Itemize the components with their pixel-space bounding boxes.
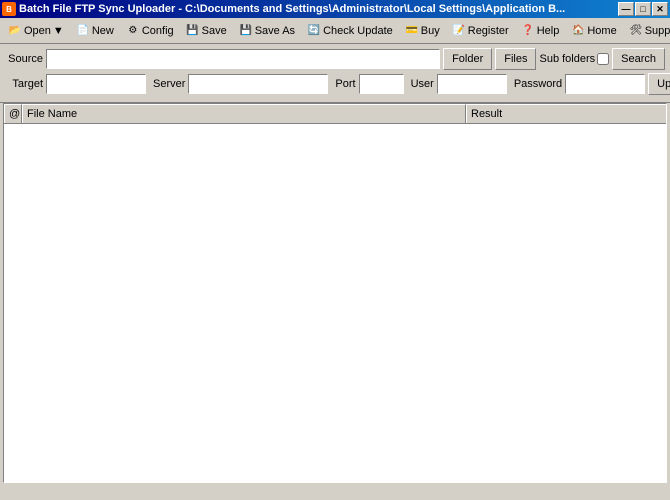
config-button[interactable]: ⚙ Config bbox=[121, 20, 179, 42]
table-header: @ File Name Result bbox=[4, 104, 666, 124]
source-input[interactable] bbox=[46, 49, 440, 69]
title-text: Batch File FTP Sync Uploader - C:\Docume… bbox=[19, 3, 565, 15]
title-bar-left: B Batch File FTP Sync Uploader - C:\Docu… bbox=[2, 2, 565, 16]
close-button[interactable]: ✕ bbox=[652, 2, 668, 16]
save-icon: 💾 bbox=[186, 24, 200, 38]
new-label: New bbox=[92, 25, 114, 37]
support-button[interactable]: 🛠 Support bbox=[624, 20, 670, 42]
col-filename-header: File Name bbox=[22, 104, 466, 123]
user-label: User bbox=[407, 78, 434, 90]
title-bar-buttons: — □ ✕ bbox=[618, 2, 668, 16]
password-label: Password bbox=[510, 78, 562, 90]
search-button[interactable]: Search bbox=[612, 48, 665, 70]
file-table: @ File Name Result bbox=[3, 103, 667, 483]
register-label: Register bbox=[468, 25, 509, 37]
check-update-label: Check Update bbox=[323, 25, 393, 37]
register-button[interactable]: 📝 Register bbox=[447, 20, 514, 42]
sub-folders-label: Sub folders bbox=[539, 53, 595, 65]
files-button[interactable]: Files bbox=[495, 48, 536, 70]
server-label: Server bbox=[149, 78, 185, 90]
help-icon: ❓ bbox=[521, 24, 535, 38]
register-icon: 📝 bbox=[452, 24, 466, 38]
password-input[interactable] bbox=[565, 74, 645, 94]
target-row: Target Server Port User Password Upload bbox=[5, 73, 665, 95]
title-bar: B Batch File FTP Sync Uploader - C:\Docu… bbox=[0, 0, 670, 18]
open-label: Open bbox=[24, 25, 51, 37]
home-icon: 🏠 bbox=[571, 24, 585, 38]
source-label: Source bbox=[5, 53, 43, 65]
col-result-header: Result bbox=[466, 104, 666, 123]
buy-icon: 💳 bbox=[405, 24, 419, 38]
toolbar: 📂 Open ▼ 📄 New ⚙ Config 💾 Save 💾 Save As… bbox=[0, 18, 670, 44]
check-update-button[interactable]: 🔄 Check Update bbox=[302, 20, 398, 42]
port-label: Port bbox=[331, 78, 355, 90]
sub-folders-group: Sub folders bbox=[539, 53, 609, 65]
home-button[interactable]: 🏠 Home bbox=[566, 20, 621, 42]
folder-button[interactable]: Folder bbox=[443, 48, 492, 70]
port-input[interactable] bbox=[359, 74, 404, 94]
source-section: Source Folder Files Sub folders Search T… bbox=[0, 44, 670, 103]
buy-button[interactable]: 💳 Buy bbox=[400, 20, 445, 42]
open-button[interactable]: 📂 Open ▼ bbox=[3, 20, 69, 42]
save-as-label: Save As bbox=[255, 25, 295, 37]
save-as-button[interactable]: 💾 Save As bbox=[234, 20, 300, 42]
user-input[interactable] bbox=[437, 74, 507, 94]
target-input[interactable] bbox=[46, 74, 146, 94]
upload-button[interactable]: Upload bbox=[648, 73, 670, 95]
col-at-header: @ bbox=[4, 104, 22, 123]
buy-label: Buy bbox=[421, 25, 440, 37]
save-as-icon: 💾 bbox=[239, 24, 253, 38]
maximize-button[interactable]: □ bbox=[635, 2, 651, 16]
help-label: Help bbox=[537, 25, 560, 37]
open-icon: 📂 bbox=[8, 24, 22, 38]
app-icon: B bbox=[2, 2, 16, 16]
open-dropdown-icon[interactable]: ▼ bbox=[53, 25, 64, 37]
support-label: Support bbox=[645, 25, 670, 37]
save-label: Save bbox=[202, 25, 227, 37]
sub-folders-checkbox[interactable] bbox=[597, 53, 609, 65]
support-icon: 🛠 bbox=[629, 24, 643, 38]
minimize-button[interactable]: — bbox=[618, 2, 634, 16]
home-label: Home bbox=[587, 25, 616, 37]
check-update-icon: 🔄 bbox=[307, 24, 321, 38]
file-table-area: @ File Name Result bbox=[0, 103, 670, 486]
save-button[interactable]: 💾 Save bbox=[181, 20, 232, 42]
config-icon: ⚙ bbox=[126, 24, 140, 38]
help-button[interactable]: ❓ Help bbox=[516, 20, 565, 42]
new-icon: 📄 bbox=[76, 24, 90, 38]
new-button[interactable]: 📄 New bbox=[71, 20, 119, 42]
server-input[interactable] bbox=[188, 74, 328, 94]
config-label: Config bbox=[142, 25, 174, 37]
target-label: Target bbox=[5, 78, 43, 90]
source-row: Source Folder Files Sub folders Search bbox=[5, 48, 665, 70]
